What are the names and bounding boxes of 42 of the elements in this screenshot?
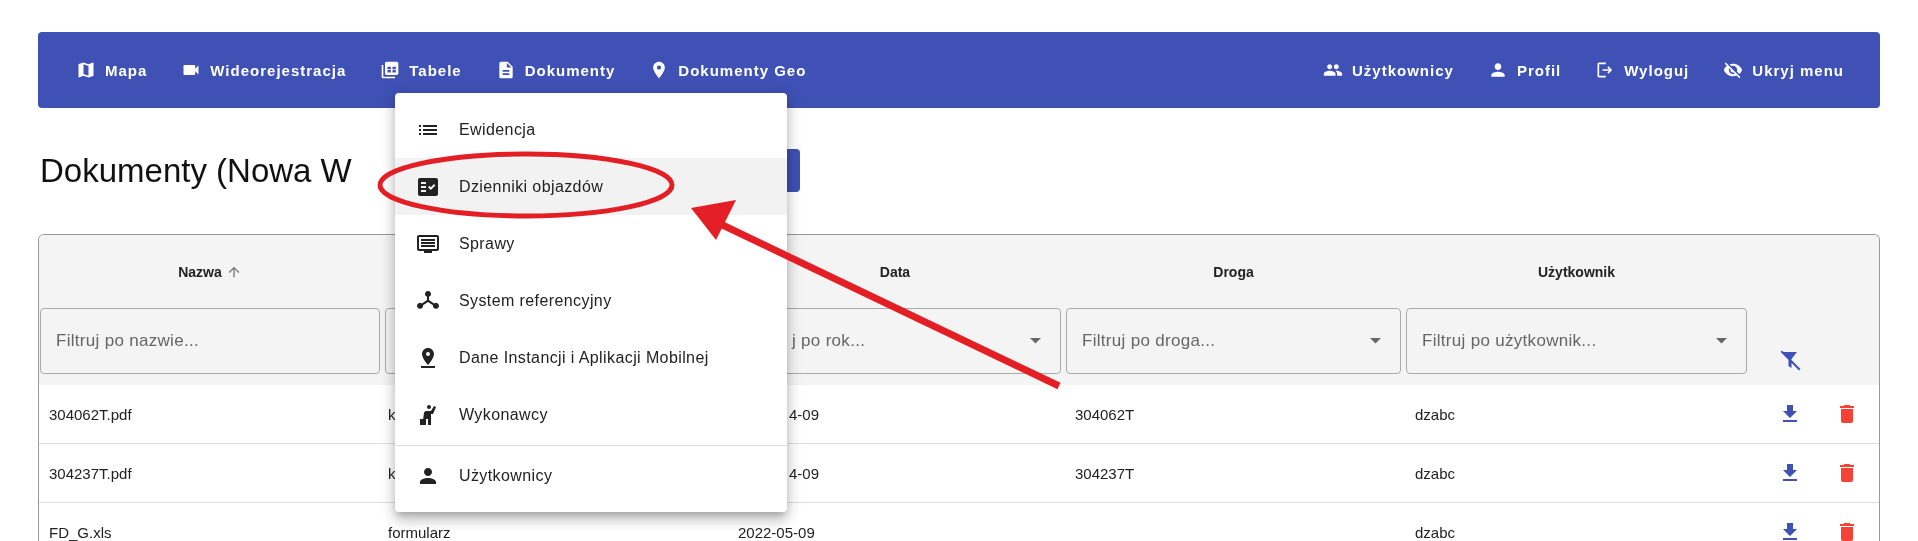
table-cell: 4-09 bbox=[789, 405, 820, 423]
table-cell: formularz bbox=[388, 523, 451, 541]
table-cell: dzabc bbox=[1415, 464, 1456, 482]
column-header[interactable]: Użytkownik bbox=[1538, 263, 1615, 280]
nav-button[interactable]: Wyloguj bbox=[1581, 52, 1704, 88]
table-cell: 304237T bbox=[1075, 464, 1135, 482]
table-cell: FD_G.xls bbox=[49, 523, 112, 541]
clear-filter-icon[interactable] bbox=[1779, 348, 1803, 372]
eye-off-icon bbox=[1723, 60, 1744, 80]
menu-item[interactable]: Sprawy bbox=[395, 215, 787, 272]
dropdown-caret-icon bbox=[1716, 338, 1727, 344]
filter-field[interactable]: Filtruj po użytkownik... bbox=[1406, 308, 1747, 374]
table-cell: dzabc bbox=[1415, 405, 1456, 423]
filter-field[interactable]: Filtruj po droga... bbox=[1066, 308, 1401, 374]
table-cell: k bbox=[388, 464, 396, 482]
table-cell: 304237T.pdf bbox=[49, 464, 132, 482]
dropdown-caret-icon bbox=[1030, 338, 1041, 344]
column-header[interactable]: Data bbox=[879, 263, 911, 280]
menu-item[interactable]: Użytkownicy bbox=[395, 447, 787, 504]
nav-button[interactable]: Wideorejestracja bbox=[167, 52, 361, 88]
nav-button[interactable]: Tabele bbox=[366, 52, 476, 88]
nav-button[interactable]: Użytkownicy bbox=[1309, 52, 1468, 88]
map-icon bbox=[76, 60, 96, 80]
table-icon bbox=[380, 60, 401, 80]
menu-item[interactable]: Ewidencja bbox=[395, 101, 787, 158]
filter-field[interactable]: Filtruj po nazwie... bbox=[40, 308, 380, 374]
nav-button[interactable]: Ukryj menu bbox=[1709, 52, 1858, 88]
table-cell: 2022-05-09 bbox=[738, 523, 815, 541]
table-cell: dzabc bbox=[1415, 523, 1456, 541]
table-cell: 304062T.pdf bbox=[49, 405, 132, 423]
menu-item[interactable]: Wykonawcy bbox=[395, 386, 787, 443]
column-header[interactable]: Droga bbox=[1213, 263, 1254, 280]
table-cell: 4-09 bbox=[789, 464, 820, 482]
column-header[interactable]: Nazwa bbox=[178, 263, 242, 280]
nav-button[interactable]: Dokumenty bbox=[481, 52, 630, 88]
nav-button[interactable]: Dokumenty Geo bbox=[635, 52, 821, 88]
table-cell: 304062T bbox=[1075, 405, 1135, 423]
nav-button[interactable]: Profil bbox=[1473, 52, 1576, 88]
table-cell: k bbox=[388, 405, 396, 423]
nav-button[interactable]: Mapa bbox=[62, 52, 162, 88]
dropdown-caret-icon bbox=[1370, 338, 1381, 344]
page-title: Dokumenty (Nowa W bbox=[40, 152, 352, 190]
